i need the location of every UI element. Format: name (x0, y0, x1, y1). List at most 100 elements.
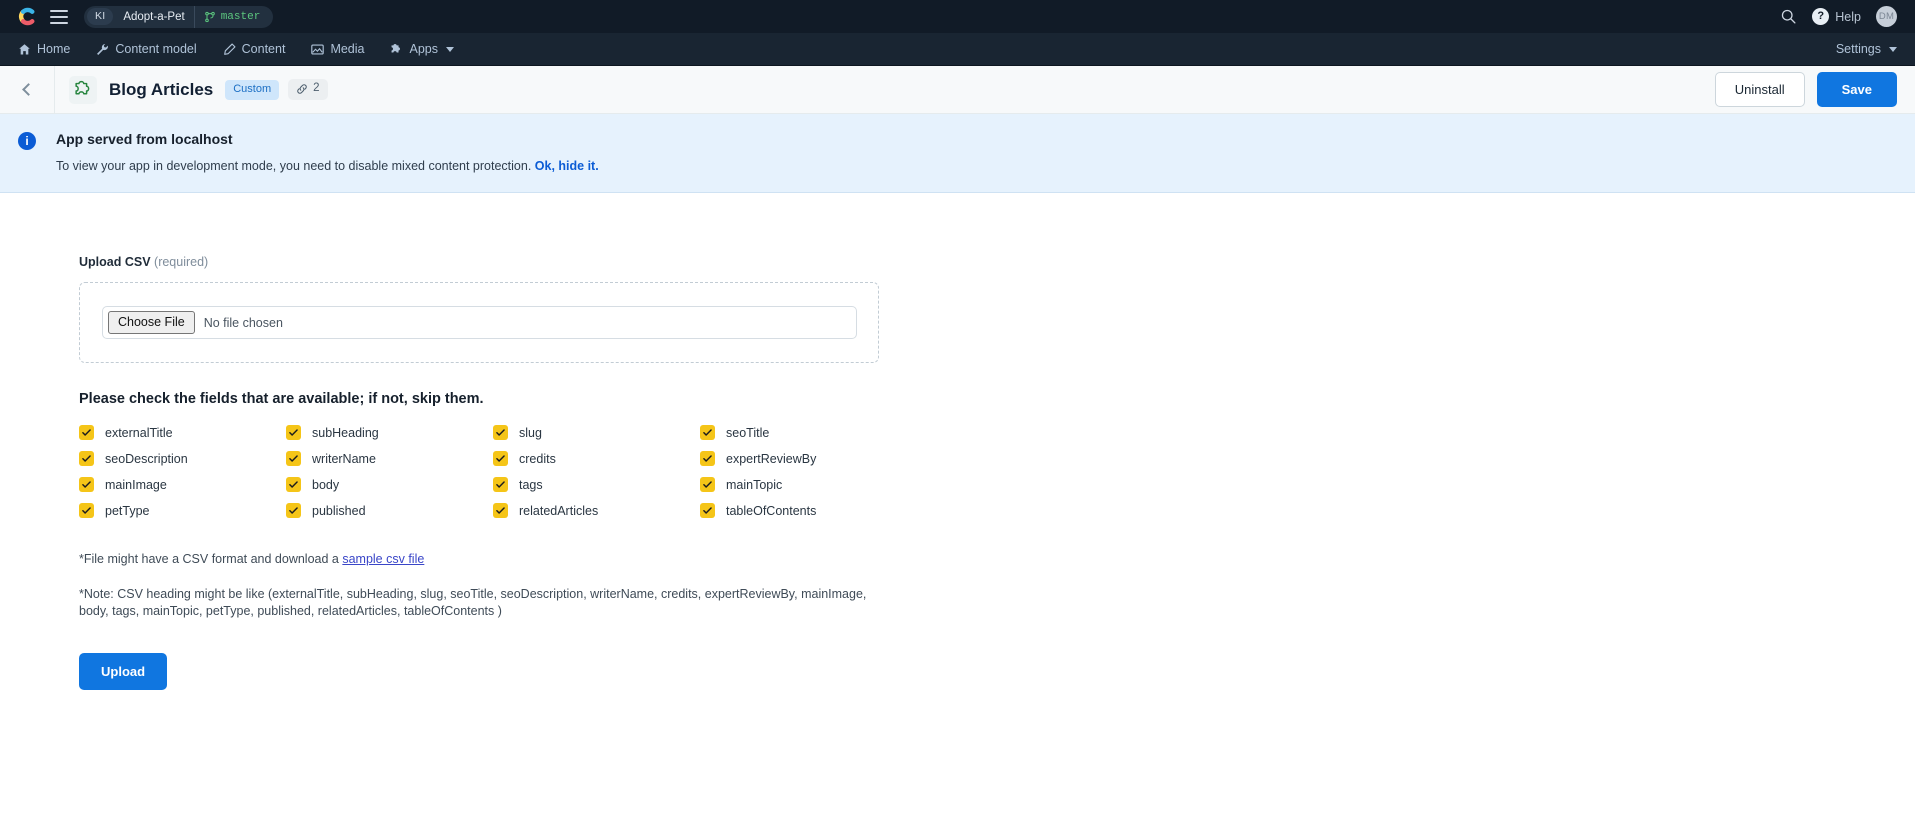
help-label: Help (1835, 9, 1861, 24)
field-checkbox-subHeading[interactable]: subHeading (286, 425, 493, 440)
field-checkbox-mainTopic[interactable]: mainTopic (700, 477, 950, 492)
nav-item-content[interactable]: Content (223, 42, 286, 56)
checkbox-icon[interactable] (79, 477, 94, 492)
avatar[interactable]: DM (1876, 6, 1897, 27)
field-checkbox-slug[interactable]: slug (493, 425, 700, 440)
field-checkbox-body[interactable]: body (286, 477, 493, 492)
settings-label: Settings (1835, 42, 1881, 56)
upload-csv-required: (required) (154, 255, 209, 269)
upload-button[interactable]: Upload (79, 652, 168, 690)
back-button[interactable] (0, 65, 55, 114)
nav-item-media[interactable]: Media (311, 42, 364, 56)
branch-name: master (220, 10, 261, 23)
field-label: writerName (312, 451, 376, 466)
page-title: Blog Articles (109, 79, 214, 99)
question-mark-icon: ? (1812, 8, 1830, 25)
note-csv-heading: *Note: CSV heading might be like (extern… (79, 587, 867, 618)
field-checkbox-mainImage[interactable]: mainImage (79, 477, 286, 492)
field-label: mainTopic (726, 477, 783, 492)
fields-heading: Please check the fields that are availab… (79, 391, 484, 407)
checkbox-icon[interactable] (700, 425, 715, 440)
checkbox-icon[interactable] (286, 425, 301, 440)
checkbox-icon[interactable] (493, 451, 508, 466)
field-label: expertReviewBy (726, 451, 817, 466)
org-initials-badge[interactable]: KI (87, 7, 114, 26)
field-label: mainImage (105, 477, 167, 492)
file-input-wrapper[interactable]: Choose File No file chosen (102, 306, 857, 339)
chevron-down-icon (1889, 46, 1897, 52)
field-checkbox-tableOfContents[interactable]: tableOfContents (700, 503, 950, 518)
checkbox-icon[interactable] (286, 503, 301, 518)
field-label: tableOfContents (726, 503, 817, 518)
space-name[interactable]: Adopt-a-Pet (114, 5, 195, 28)
uninstall-button[interactable]: Uninstall (1714, 72, 1805, 107)
field-checkbox-seoDescription[interactable]: seoDescription (79, 451, 286, 466)
nav-item-home[interactable]: Home (18, 42, 70, 56)
field-checkbox-relatedArticles[interactable]: relatedArticles (493, 503, 700, 518)
field-checkbox-published[interactable]: published (286, 503, 493, 518)
checkbox-icon[interactable] (493, 503, 508, 518)
nav-label: Media (330, 42, 365, 56)
hide-banner-link[interactable]: Ok, hide it. (535, 159, 599, 173)
checkbox-icon[interactable] (79, 503, 94, 518)
nav-item-settings[interactable]: Settings (1836, 42, 1897, 56)
checkbox-icon[interactable] (286, 477, 301, 492)
page-header: Blog Articles Custom 2 Uninstall Save (0, 65, 1915, 114)
git-branch-icon (204, 11, 215, 22)
help-button[interactable]: ? Help (1812, 8, 1861, 25)
image-icon (311, 43, 325, 55)
home-icon (19, 43, 30, 55)
info-banner-message: To view your app in development mode, yo… (56, 159, 599, 173)
branch-selector[interactable]: master (195, 6, 272, 28)
field-label: externalTitle (105, 425, 173, 440)
wrench-icon (97, 43, 109, 55)
puzzle-icon (392, 43, 401, 53)
main-content: Upload CSV (required) Choose File No fil… (0, 193, 1915, 690)
checkbox-icon[interactable] (79, 425, 94, 440)
sample-csv-link[interactable]: sample csv file (342, 552, 424, 566)
checkbox-icon[interactable] (700, 503, 715, 518)
field-label: body (312, 477, 340, 492)
csv-dropzone[interactable]: Choose File No file chosen (79, 282, 879, 363)
nav-item-content-model[interactable]: Content model (96, 42, 197, 56)
field-label: petType (105, 503, 150, 518)
info-banner-text: To view your app in development mode, yo… (56, 159, 532, 173)
field-checkbox-externalTitle[interactable]: externalTitle (79, 425, 286, 440)
nav-label: Content model (115, 42, 197, 56)
checkbox-icon[interactable] (493, 425, 508, 440)
chevron-left-icon (22, 83, 35, 96)
field-checkbox-seoTitle[interactable]: seoTitle (700, 425, 950, 440)
choose-file-button[interactable]: Choose File (108, 311, 195, 334)
checkbox-icon[interactable] (493, 477, 508, 492)
header-actions: Uninstall Save (1714, 72, 1897, 107)
nav-item-apps[interactable]: Apps (390, 42, 454, 56)
pen-icon (223, 42, 236, 55)
field-checkbox-tags[interactable]: tags (493, 477, 700, 492)
field-checkbox-writerName[interactable]: writerName (286, 451, 493, 466)
field-checkbox-credits[interactable]: credits (493, 451, 700, 466)
contentful-logo-icon[interactable] (18, 7, 37, 26)
breadcrumb: KI Adopt-a-Pet master (84, 5, 274, 28)
nav-label: Apps (409, 42, 438, 56)
checkbox-icon[interactable] (286, 451, 301, 466)
nav-label: Content (241, 42, 286, 56)
field-checkbox-petType[interactable]: petType (79, 503, 286, 518)
field-checkbox-expertReviewBy[interactable]: expertReviewBy (700, 451, 950, 466)
checkbox-icon[interactable] (79, 451, 94, 466)
link-icon (297, 84, 307, 94)
save-button[interactable]: Save (1816, 72, 1897, 107)
hamburger-menu-icon[interactable] (50, 9, 68, 24)
linked-entries-badge[interactable]: 2 (288, 79, 328, 100)
upload-csv-label: Upload CSV (required) (79, 255, 1915, 269)
info-banner-body: App served from localhost To view your a… (56, 131, 599, 173)
info-banner-title: App served from localhost (56, 131, 233, 147)
checkbox-icon[interactable] (700, 451, 715, 466)
top-bar-actions: ? Help DM (1780, 6, 1897, 27)
field-label: tags (519, 477, 543, 492)
field-label: seoDescription (105, 451, 188, 466)
info-banner: i App served from localhost To view your… (0, 114, 1915, 193)
field-label: relatedArticles (519, 503, 599, 518)
search-icon[interactable] (1780, 8, 1797, 25)
field-label: subHeading (312, 425, 379, 440)
checkbox-icon[interactable] (700, 477, 715, 492)
